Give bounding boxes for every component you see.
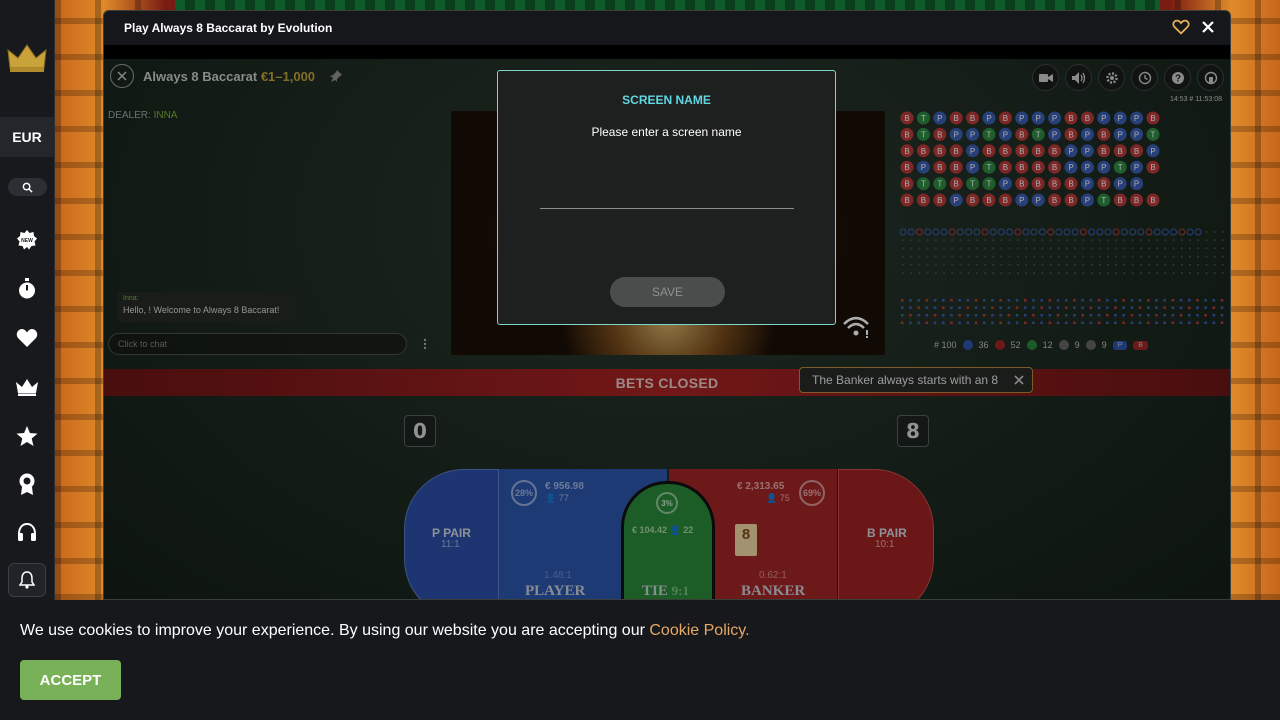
game-window-title: Play Always 8 Baccarat by Evolution [124,21,333,35]
screen-name-input[interactable] [540,189,794,209]
dialog-title: SCREEN NAME [622,93,711,107]
new-badge-icon[interactable]: NEW [13,226,41,254]
screen-name-dialog: SCREEN NAME Please enter a screen name S… [497,70,836,325]
close-window-icon[interactable] [1200,19,1216,35]
star-icon[interactable] [13,422,41,450]
notifications-bell-icon[interactable] [8,563,46,597]
cookie-text: We use cookies to improve your experienc… [20,622,650,639]
stopwatch-icon[interactable] [13,275,41,303]
crown-icon[interactable] [13,373,41,401]
save-button[interactable]: SAVE [610,277,725,307]
heart-icon[interactable] [13,324,41,352]
crown-logo-icon[interactable] [7,42,47,74]
cookie-banner: We use cookies to improve your experienc… [0,600,1280,720]
accept-cookies-button[interactable]: ACCEPT [20,660,121,700]
search-button[interactable] [8,178,47,196]
left-sidebar: EUR NEW [0,0,55,600]
headset-support-icon[interactable] [13,519,41,547]
favorite-heart-icon[interactable] [1172,19,1190,37]
cookie-message: We use cookies to improve your experienc… [20,622,750,640]
cookie-policy-link[interactable]: Cookie Policy. [649,622,749,639]
header-strip [104,45,1230,59]
dialog-subtitle: Please enter a screen name [591,125,742,139]
search-icon [22,182,33,193]
svg-text:NEW: NEW [21,238,33,244]
currency-selector[interactable]: EUR [0,117,54,157]
award-ribbon-icon[interactable] [13,470,41,498]
game-window-titlebar: Play Always 8 Baccarat by Evolution [104,11,1230,45]
